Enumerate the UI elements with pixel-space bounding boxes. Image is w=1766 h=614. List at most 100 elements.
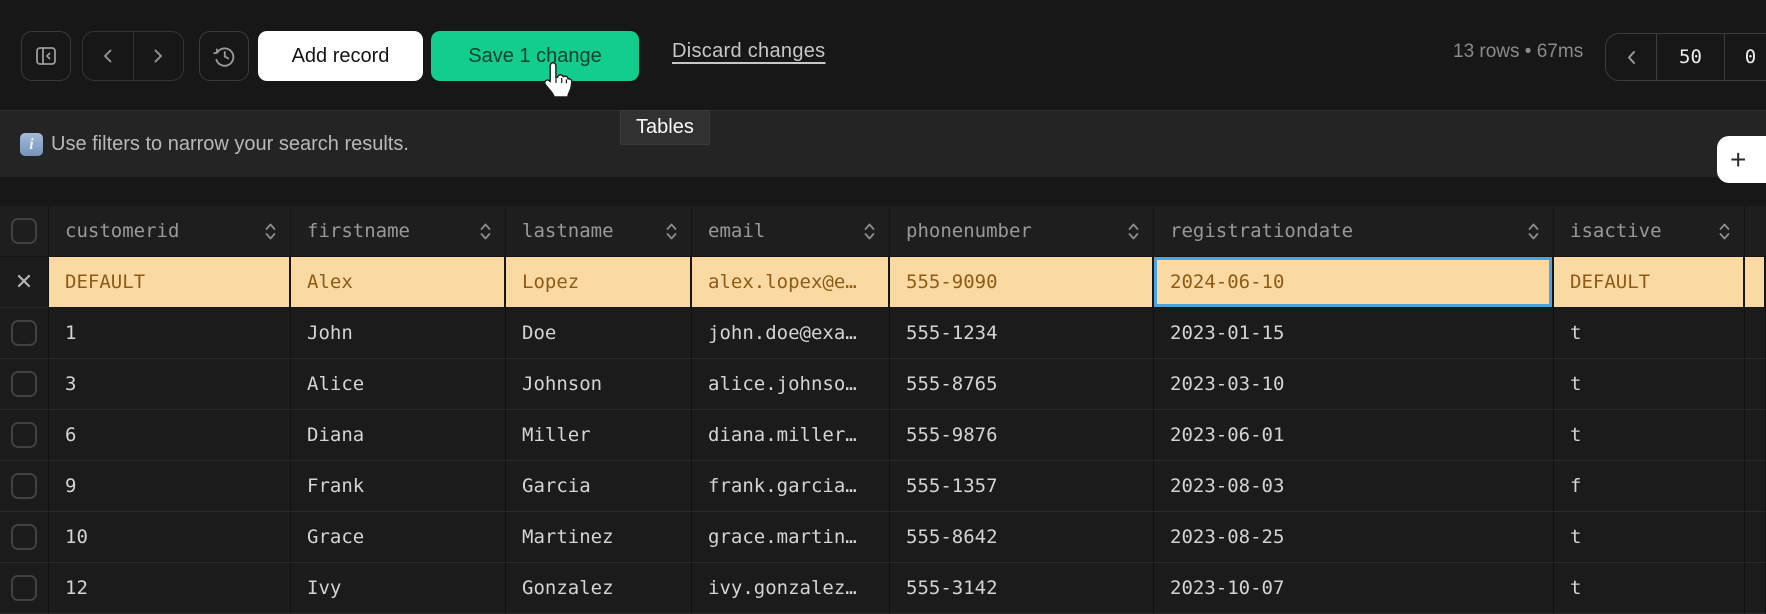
app-window: Add record Save 1 change Discard changes… — [0, 0, 1766, 614]
cell-phonenumber[interactable]: 555-9090 — [890, 257, 1154, 308]
table-row: 6DianaMillerdiana.miller…555-98762023-06… — [0, 410, 1766, 461]
cell-lastname[interactable]: Doe — [506, 308, 692, 359]
column-header-isactive[interactable]: isactive — [1554, 206, 1745, 257]
row-checkbox[interactable] — [11, 575, 37, 601]
cell-registrationdate[interactable]: 2023-01-15 — [1154, 308, 1554, 359]
cell-email[interactable]: frank.garcia… — [692, 461, 890, 512]
row-checkbox[interactable] — [11, 218, 37, 244]
cell-email[interactable]: ivy.gonzalez… — [692, 563, 890, 614]
previous-page-button[interactable] — [1606, 34, 1656, 80]
cell-firstname[interactable]: Alex — [291, 257, 506, 308]
cell-registrationdate[interactable]: 2023-08-03 — [1154, 461, 1554, 512]
column-header-filler — [1745, 206, 1766, 257]
row-checkbox[interactable] — [11, 473, 37, 499]
row-checkbox[interactable] — [11, 371, 37, 397]
page-size-input[interactable]: 50 — [1656, 34, 1724, 80]
table-header-row: customerid firstname lastname email phonenum… — [0, 206, 1766, 257]
cell-isactive[interactable]: t — [1554, 563, 1745, 614]
cell-lastname[interactable]: Garcia — [506, 461, 692, 512]
cell-lastname[interactable]: Gonzalez — [506, 563, 692, 614]
panel-left-icon — [33, 43, 59, 69]
column-header-customerid[interactable]: customerid — [49, 206, 291, 257]
column-header-firstname[interactable]: firstname — [291, 206, 506, 257]
cell-customerid[interactable]: 9 — [49, 461, 291, 512]
cell-phonenumber[interactable]: 555-8642 — [890, 512, 1154, 563]
cell-customerid[interactable]: 3 — [49, 359, 291, 410]
cell-registrationdate[interactable]: 2023-03-10 — [1154, 359, 1554, 410]
add-record-button[interactable]: Add record — [258, 31, 423, 81]
column-label: lastname — [522, 220, 614, 242]
cell-isactive[interactable]: t — [1554, 308, 1745, 359]
page-offset-input[interactable]: 0 — [1724, 34, 1766, 80]
column-header-email[interactable]: email — [692, 206, 890, 257]
chevron-left-icon — [101, 47, 115, 65]
cell-email[interactable]: grace.martin… — [692, 512, 890, 563]
cell-firstname[interactable]: Frank — [291, 461, 506, 512]
column-label: registrationdate — [1170, 220, 1353, 242]
cell-email[interactable]: john.doe@exa… — [692, 308, 890, 359]
cell-firstname[interactable]: Diana — [291, 410, 506, 461]
query-history-button[interactable] — [199, 31, 249, 81]
cell-lastname[interactable]: Martinez — [506, 512, 692, 563]
cell-isactive[interactable]: f — [1554, 461, 1745, 512]
cell-phonenumber[interactable]: 555-8765 — [890, 359, 1154, 410]
cell-isactive[interactable]: t — [1554, 359, 1745, 410]
row-checkbox[interactable] — [11, 422, 37, 448]
cell-email[interactable]: alice.johnso… — [692, 359, 890, 410]
column-label: email — [708, 220, 765, 242]
cell-isactive[interactable]: t — [1554, 512, 1745, 563]
cell-email[interactable]: alex.lopex@e… — [692, 257, 890, 308]
cell-lastname[interactable]: Lopez — [506, 257, 692, 308]
cell-phonenumber[interactable]: 555-1357 — [890, 461, 1154, 512]
column-header-phonenumber[interactable]: phonenumber — [890, 206, 1154, 257]
cell-email[interactable]: diana.miller… — [692, 410, 890, 461]
cell-customerid[interactable]: 12 — [49, 563, 291, 614]
cell-firstname[interactable]: Grace — [291, 512, 506, 563]
cell-lastname[interactable]: Miller — [506, 410, 692, 461]
column-label: customerid — [65, 220, 179, 242]
cell-lastname[interactable]: Johnson — [506, 359, 692, 410]
cell-filler — [1745, 359, 1766, 410]
cell-filler — [1745, 257, 1766, 308]
chevron-right-icon — [151, 47, 165, 65]
sort-icon — [1127, 221, 1140, 242]
cell-phonenumber[interactable]: 555-1234 — [890, 308, 1154, 359]
cell-phonenumber[interactable]: 555-3142 — [890, 563, 1154, 614]
column-header-registrationdate[interactable]: registrationdate — [1154, 206, 1554, 257]
cell-customerid[interactable]: DEFAULT — [49, 257, 291, 308]
row-stats: 13 rows • 67ms — [1453, 41, 1583, 63]
history-nav-group — [82, 31, 184, 81]
cell-firstname[interactable]: Alice — [291, 359, 506, 410]
toggle-sidebar-button[interactable] — [21, 31, 71, 81]
remove-row-icon[interactable]: ✕ — [15, 270, 33, 295]
column-header-lastname[interactable]: lastname — [506, 206, 692, 257]
forward-button[interactable] — [133, 32, 184, 80]
cell-customerid[interactable]: 6 — [49, 410, 291, 461]
cell-customerid[interactable]: 1 — [49, 308, 291, 359]
cell-filler — [1745, 410, 1766, 461]
cell-registrationdate[interactable]: 2023-10-07 — [1154, 563, 1554, 614]
cell-phonenumber[interactable]: 555-9876 — [890, 410, 1154, 461]
discard-changes-link[interactable]: Discard changes — [672, 40, 825, 63]
add-button[interactable]: + — [1717, 136, 1766, 183]
cell-registrationdate[interactable]: 2023-08-25 — [1154, 512, 1554, 563]
row-select-cell — [0, 308, 49, 359]
table-row: 1JohnDoejohn.doe@exa…555-12342023-01-15t — [0, 308, 1766, 359]
column-label: isactive — [1570, 220, 1662, 242]
back-button[interactable] — [83, 32, 133, 80]
row-checkbox[interactable] — [11, 320, 37, 346]
cell-registrationdate[interactable]: 2023-06-01 — [1154, 410, 1554, 461]
save-changes-button[interactable]: Save 1 change — [431, 31, 639, 81]
column-label: firstname — [307, 220, 410, 242]
remove-new-row-cell: ✕ — [0, 257, 49, 308]
row-checkbox[interactable] — [11, 524, 37, 550]
tables-tooltip: Tables — [620, 110, 710, 145]
cell-isactive[interactable]: t — [1554, 410, 1745, 461]
cell-firstname[interactable]: Ivy — [291, 563, 506, 614]
table-row: 12IvyGonzalezivy.gonzalez…555-31422023-1… — [0, 563, 1766, 614]
cell-isactive[interactable]: DEFAULT — [1554, 257, 1745, 308]
cell-customerid[interactable]: 10 — [49, 512, 291, 563]
row-select-cell — [0, 410, 49, 461]
cell-firstname[interactable]: John — [291, 308, 506, 359]
cell-registrationdate[interactable]: 2024-06-10 — [1154, 257, 1554, 308]
